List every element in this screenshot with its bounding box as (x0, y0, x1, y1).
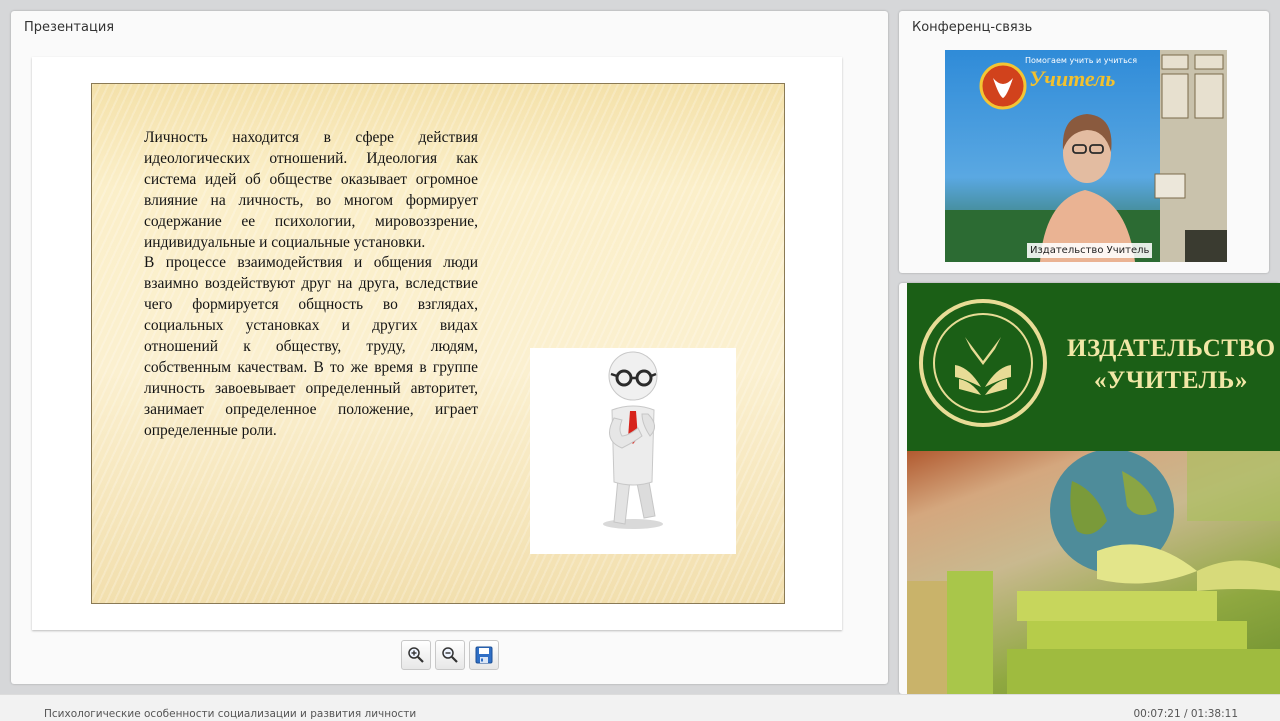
slide-paragraph-2: В процессе взаимодействия и общения люди… (144, 254, 478, 439)
conference-panel: Конференц-связь Помогаем учить и учиться… (899, 11, 1269, 273)
publisher-logo-panel: ИЗДАТЕЛЬСТВО «УЧИТЕЛЬ» (899, 283, 1280, 694)
save-button[interactable] (469, 640, 499, 670)
slide-text: Личность находится в сфере действия идео… (144, 128, 478, 442)
zoom-in-button[interactable] (401, 640, 431, 670)
webinar-title: Психологические особенности социализации… (44, 708, 417, 720)
slide-paragraph-1: Личность находится в сфере действия идео… (144, 129, 478, 251)
logo-emblem-icon (919, 299, 1047, 427)
zoom-out-button[interactable] (435, 640, 465, 670)
slide-viewer: Личность находится в сфере действия идео… (32, 57, 842, 630)
conference-panel-title: Конференц-связь (912, 20, 1033, 35)
video-feed[interactable]: Помогаем учить и учиться Учитель Издател… (945, 50, 1227, 262)
zoom-out-icon (442, 647, 458, 663)
books-globe-image (907, 451, 1280, 694)
presentation-panel-title: Презентация (24, 20, 115, 35)
presentation-panel: Презентация Личность находится в сфере д… (11, 11, 888, 684)
presentation-toolbar (401, 640, 509, 672)
thinking-figure-image (530, 348, 736, 554)
slide: Личность находится в сфере действия идео… (91, 83, 785, 604)
banner-brand: Учитель (1029, 66, 1116, 91)
status-bar: Психологические особенности социализации… (0, 694, 1280, 721)
publisher-logo: ИЗДАТЕЛЬСТВО «УЧИТЕЛЬ» (907, 283, 1280, 451)
banner-heading: Помогаем учить и учиться (1025, 56, 1138, 65)
zoom-in-icon (408, 647, 424, 663)
logo-text-line2: «УЧИТЕЛЬ» (1094, 367, 1248, 394)
logo-text-line1: ИЗДАТЕЛЬСТВО (1067, 335, 1276, 362)
video-caption: Издательство Учитель (1027, 243, 1153, 258)
save-icon (475, 646, 493, 664)
playback-time: 00:07:21 / 01:38:11 (1133, 708, 1238, 720)
